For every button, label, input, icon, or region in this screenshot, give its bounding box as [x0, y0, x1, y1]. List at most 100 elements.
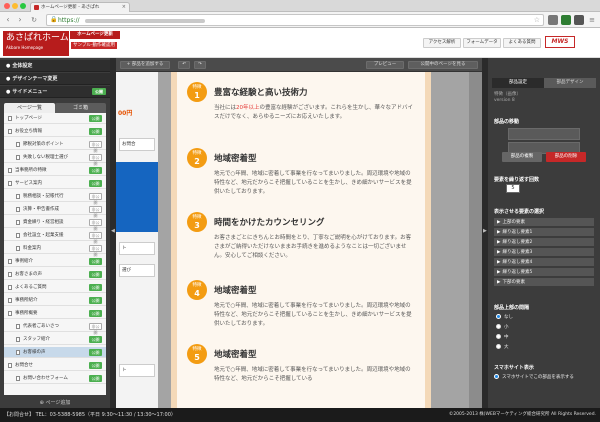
- page-status-badge[interactable]: 公開: [89, 310, 102, 317]
- page-list-item[interactable]: 資金繰り・経営相談 非公開: [4, 217, 106, 231]
- expand-right-icon[interactable]: ▶: [483, 228, 487, 234]
- page-status-badge[interactable]: 公開: [89, 284, 102, 291]
- tab-part-design[interactable]: 部品デザイン: [544, 78, 596, 88]
- preview-button[interactable]: プレビュー: [366, 61, 404, 69]
- page-list-item[interactable]: 失敗しない税理士選び 非公開: [4, 152, 106, 166]
- page-status-badge[interactable]: 非公開: [89, 206, 102, 218]
- page-list-item[interactable]: 事務所概要 公開: [4, 308, 106, 319]
- design-theme-row[interactable]: ● デザインテーマ変更: [0, 73, 110, 85]
- page-status-badge[interactable]: 公開: [89, 128, 102, 135]
- page-list-item[interactable]: 当事務所の特徴 公開: [4, 165, 106, 176]
- page-status-badge[interactable]: 非公開: [89, 154, 102, 166]
- page-list-item[interactable]: 節税対策のポイント 非公開: [4, 139, 106, 153]
- page-list-item[interactable]: お問合せ 公開: [4, 360, 106, 371]
- copy-part-button[interactable]: 部品の複製: [502, 152, 542, 162]
- delete-part-button[interactable]: 部品の削除: [546, 152, 586, 162]
- lock-icon: 🔒: [50, 16, 58, 23]
- browser-tab[interactable]: ホームページ更新 - あさぱれ ×: [30, 2, 130, 12]
- spacing-option[interactable]: 大: [496, 344, 509, 352]
- tab-trash[interactable]: ゴミ箱: [55, 103, 106, 113]
- add-page-button[interactable]: ⊕ ページ追加: [4, 398, 106, 408]
- spacing-option[interactable]: 小: [496, 324, 509, 332]
- page-status-badge[interactable]: 公開: [89, 271, 102, 278]
- tab-close-icon[interactable]: ×: [122, 3, 126, 12]
- menu-icon[interactable]: ≡: [587, 15, 597, 25]
- page-list-item[interactable]: お役立ち情報 公開: [4, 126, 106, 137]
- move-up-button[interactable]: [508, 128, 580, 140]
- tab-page-list[interactable]: ページ一覧: [4, 103, 55, 113]
- page-status-badge[interactable]: 公開: [89, 167, 102, 174]
- page-list-item[interactable]: お客様の声 公開: [4, 347, 106, 358]
- page-list-item[interactable]: 会社設立・起業支援 非公開: [4, 230, 106, 244]
- element-list-item[interactable]: ▶ 繰り返し要素5: [494, 268, 594, 277]
- element-list-item[interactable]: ▶ 繰り返し要素2: [494, 238, 594, 247]
- radio-icon[interactable]: [496, 334, 501, 339]
- page-status-badge[interactable]: 非公開: [89, 245, 102, 257]
- smartphone-toggle[interactable]: スマホサイトでこの部品を表示する: [494, 374, 574, 382]
- page-list-item[interactable]: 事務所紹介 公開: [4, 295, 106, 306]
- forward-icon[interactable]: ›: [15, 15, 25, 25]
- side-menu-public-button[interactable]: 公開: [92, 88, 106, 95]
- extension-icon[interactable]: [561, 15, 571, 25]
- page-list-item[interactable]: トップページ 公開: [4, 113, 106, 124]
- side-menu-row[interactable]: ● サイドメニュー 公開: [0, 86, 110, 98]
- site-logo[interactable]: あさぱれホームページ Akbare Homepage: [3, 31, 96, 56]
- element-list-item[interactable]: ▶ 下部の要素: [494, 278, 594, 287]
- page-status-badge[interactable]: 公開: [89, 362, 102, 369]
- element-list-item[interactable]: ▶ 繰り返し要素4: [494, 258, 594, 267]
- redo-button[interactable]: ↷: [194, 61, 206, 69]
- page-status-badge[interactable]: 公開: [89, 297, 102, 304]
- form-data-button[interactable]: フォームデータ: [463, 38, 501, 48]
- page-status-badge[interactable]: 非公開: [89, 232, 102, 244]
- page-status-badge[interactable]: 公開: [89, 115, 102, 122]
- faq-button[interactable]: よくある質問: [503, 38, 541, 48]
- page-list-item[interactable]: 代表者ごあいさつ 非公開: [4, 321, 106, 335]
- tab-part-settings[interactable]: 部品設定: [492, 78, 544, 88]
- page-list-item[interactable]: サービス案内 公開: [4, 178, 106, 189]
- element-list-item[interactable]: ▶ 繰り返し要素3: [494, 248, 594, 257]
- extension-icon[interactable]: [574, 15, 584, 25]
- extension-icon[interactable]: [548, 15, 558, 25]
- view-public-page-button[interactable]: 公開中のページを見る: [408, 61, 478, 69]
- canvas-scrollbar[interactable]: [469, 72, 482, 408]
- page-list-item[interactable]: 税務相談・記帳代行 非公開: [4, 191, 106, 205]
- page-list-item[interactable]: よくあるご質問 公開: [4, 282, 106, 293]
- radio-icon[interactable]: [496, 324, 501, 329]
- repeat-count-input[interactable]: 5: [506, 184, 520, 193]
- bookmark-star-icon[interactable]: ☆: [534, 16, 540, 24]
- page-status-badge[interactable]: 非公開: [89, 219, 102, 231]
- features-part[interactable]: 特徴 1 豊富な経験と高い技術力 当社には20年以上の豊富な経験がございます。これらを…: [171, 72, 431, 408]
- settings-row[interactable]: ● 全体設定: [0, 60, 110, 72]
- close-window-icon[interactable]: [4, 3, 10, 9]
- page-status-badge[interactable]: 公開: [89, 375, 102, 382]
- element-list-item[interactable]: ▶ 上部の要素: [494, 218, 594, 227]
- spacing-option[interactable]: 中: [496, 334, 509, 342]
- spacing-option[interactable]: なし: [496, 314, 513, 322]
- element-list-item[interactable]: ▶ 繰り返し要素1: [494, 228, 594, 237]
- url-field[interactable]: 🔒 https:// ☆: [46, 14, 544, 26]
- page-status-badge[interactable]: 公開: [89, 336, 102, 343]
- back-icon[interactable]: ‹: [3, 15, 13, 25]
- page-status-badge[interactable]: 公開: [89, 180, 102, 187]
- smartphone-toggle-icon[interactable]: [494, 374, 499, 379]
- access-analytics-button[interactable]: アクセス解析: [423, 38, 461, 48]
- page-status-badge[interactable]: 非公開: [89, 141, 102, 153]
- add-part-button[interactable]: + 部品を追加する: [120, 61, 170, 69]
- radio-icon[interactable]: [496, 314, 501, 319]
- page-list-item[interactable]: 料金案内 非公開: [4, 243, 106, 257]
- maximize-window-icon[interactable]: [20, 3, 26, 9]
- undo-button[interactable]: ↶: [178, 61, 190, 69]
- reload-icon[interactable]: ↻: [29, 15, 39, 25]
- page-list-item[interactable]: 決算・申告書作成 非公開: [4, 204, 106, 218]
- page-list-item[interactable]: お問い合わせフォーム 公開: [4, 373, 106, 384]
- radio-icon[interactable]: [496, 344, 501, 349]
- page-list-item[interactable]: 事例紹介 公開: [4, 256, 106, 267]
- page-status-badge[interactable]: 非公開: [89, 323, 102, 335]
- page-list-item[interactable]: お客さまの声 公開: [4, 269, 106, 280]
- page-list-item[interactable]: スタッフ紹介 公開: [4, 334, 106, 345]
- page-status-badge[interactable]: 公開: [89, 349, 102, 356]
- page-status-badge[interactable]: 非公開: [89, 193, 102, 205]
- collapse-left-icon[interactable]: ◀: [111, 228, 115, 234]
- page-status-badge[interactable]: 公開: [89, 258, 102, 265]
- minimize-window-icon[interactable]: [12, 3, 18, 9]
